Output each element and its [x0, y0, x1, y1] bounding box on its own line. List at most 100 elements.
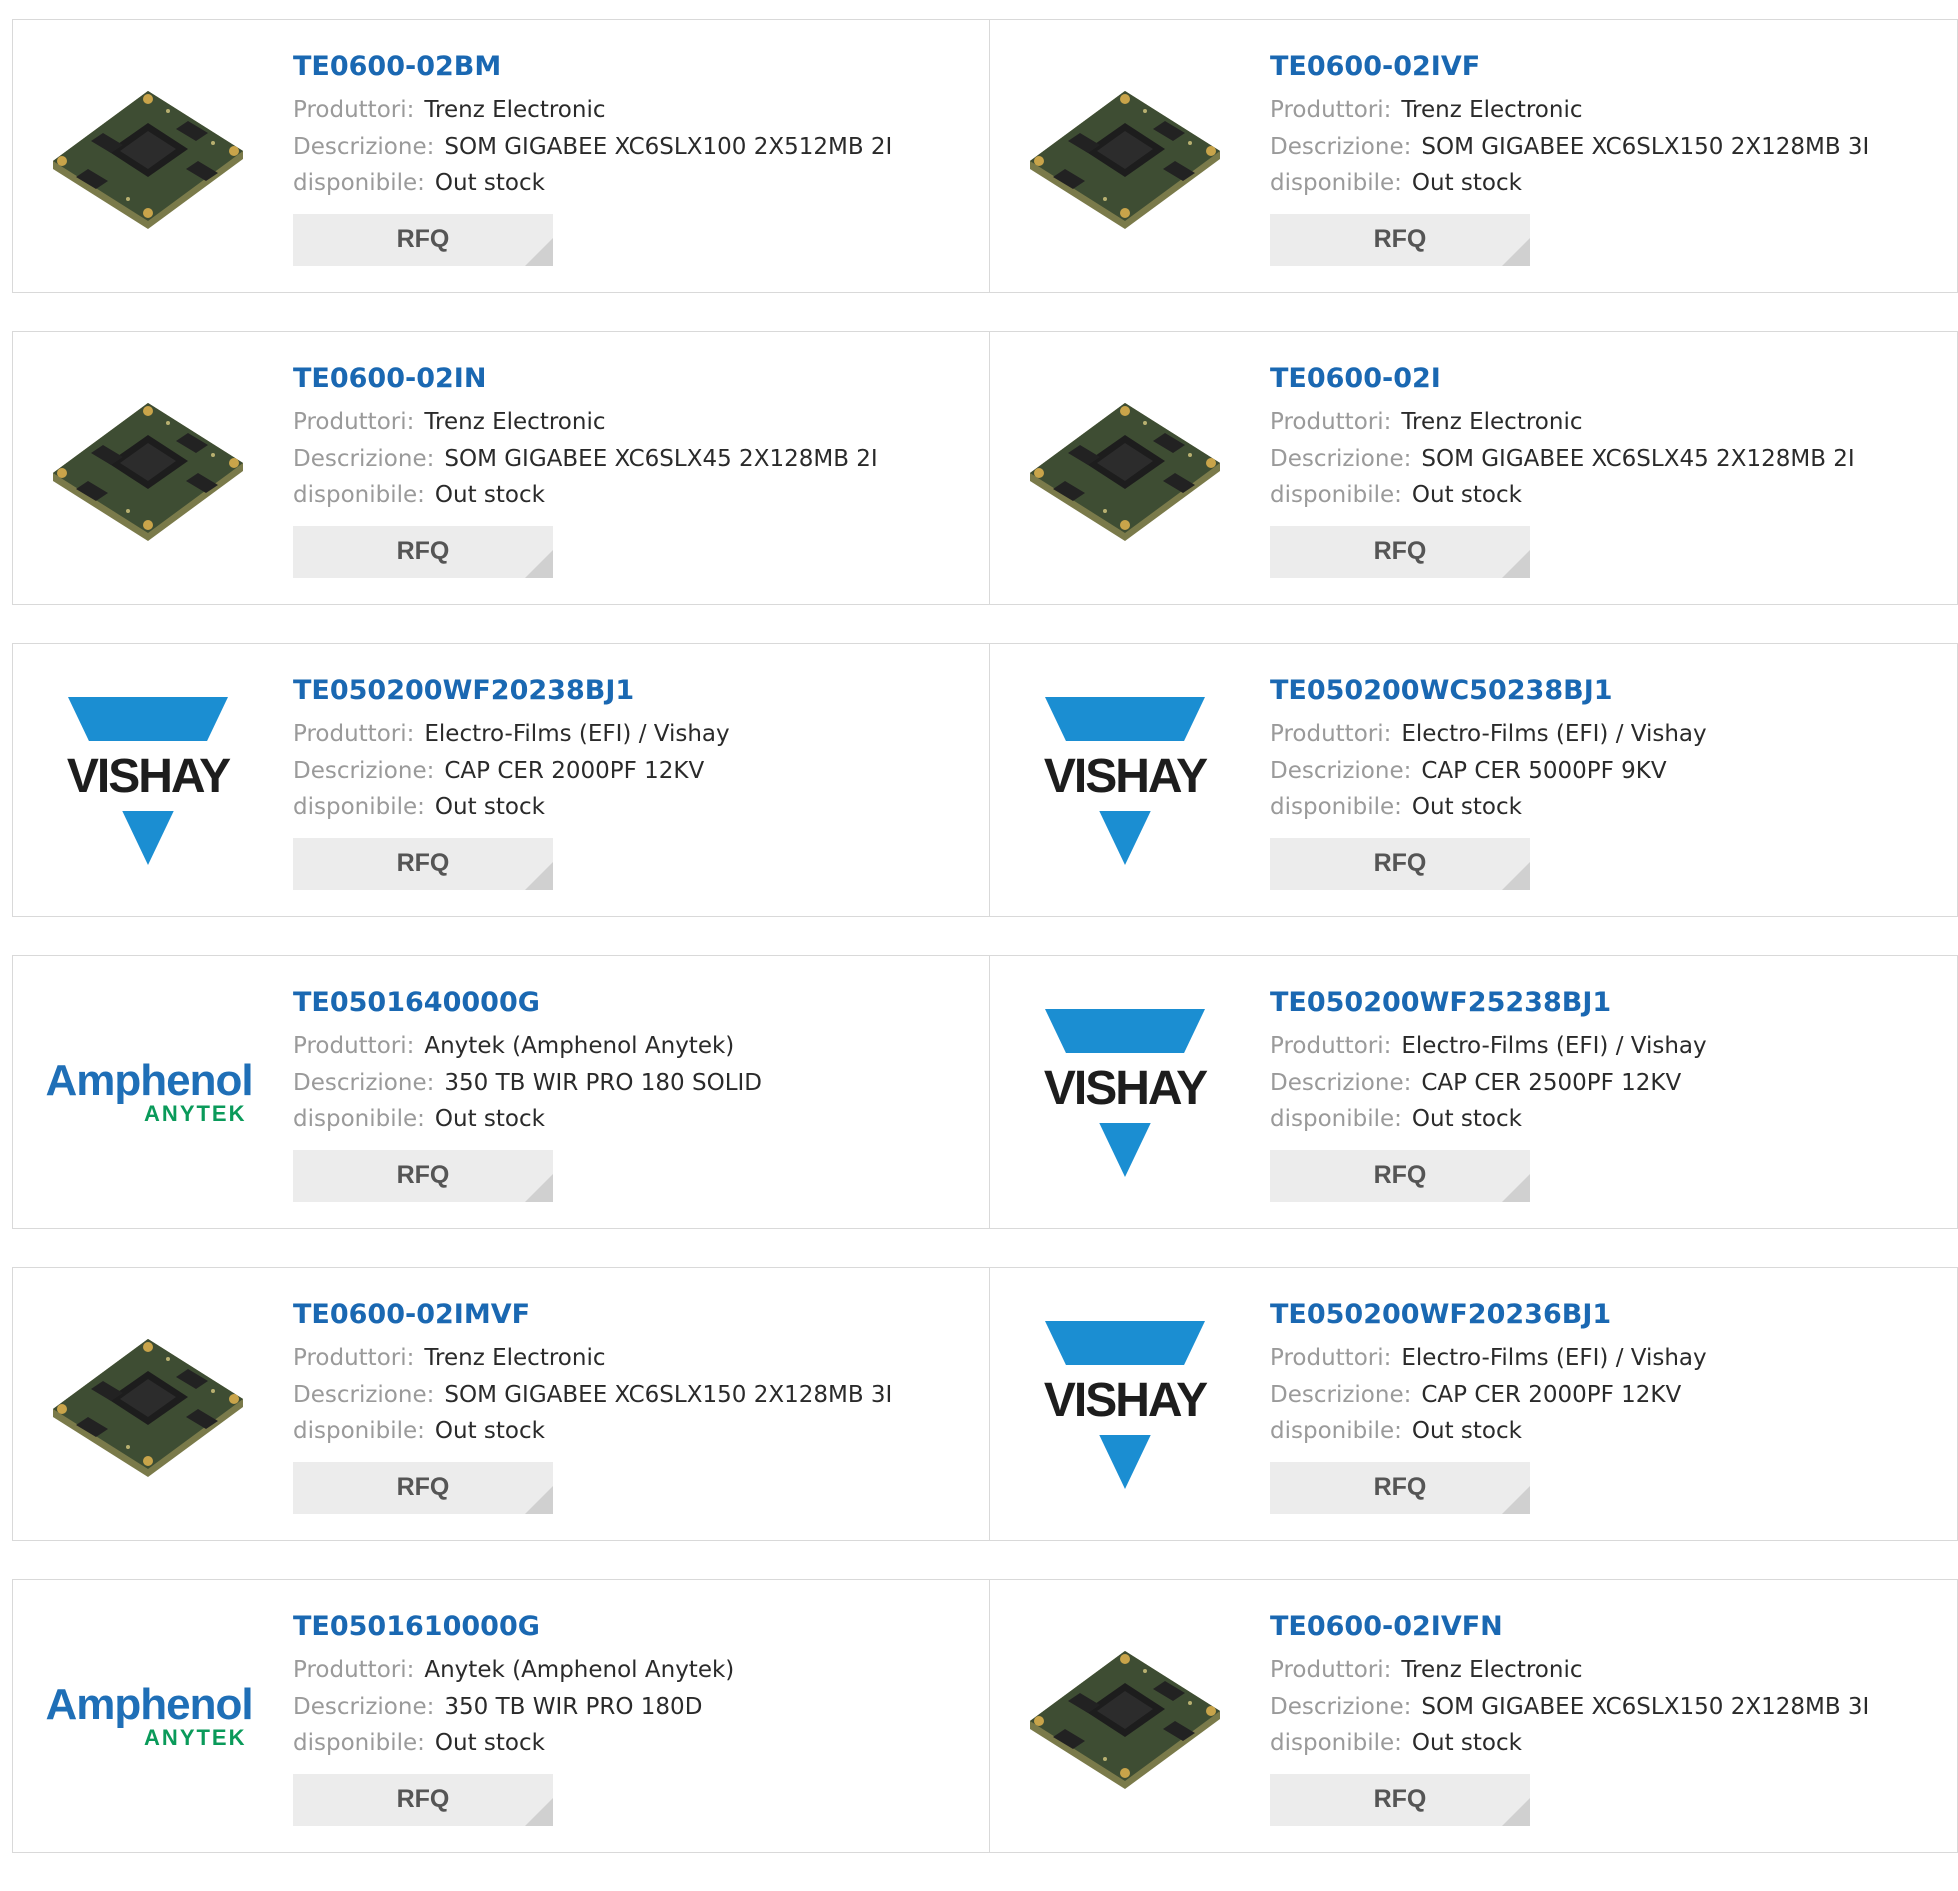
product-board-image	[1030, 403, 1220, 541]
product-thumbnail[interactable]: Amphenol ANYTEK	[46, 1616, 254, 1816]
description-label: Descrizione:	[293, 1069, 435, 1096]
rfq-button-label: RFQ	[1373, 225, 1427, 253]
product-thumbnail[interactable]	[1025, 368, 1225, 568]
manufacturer-value: Trenz Electronic	[424, 1345, 606, 1371]
availability-line: disponibile: Out stock	[1270, 1413, 1707, 1450]
availability-value: Out stock	[434, 1106, 545, 1132]
description-label: Descrizione:	[1270, 445, 1412, 472]
part-number-link[interactable]: TE0600-02IMVF	[293, 1298, 892, 1332]
product-info: TE0501610000G Produttori: Anytek (Amphenol…	[293, 1610, 734, 1826]
availability-line: disponibile: Out stock	[1270, 165, 1869, 202]
rfq-button[interactable]: RFQ	[293, 1461, 553, 1514]
manufacturer-value: Trenz Electronic	[424, 409, 606, 435]
manufacturer-line: Produttori: Trenz Electronic	[293, 1340, 892, 1377]
description-line: Descrizione: 350 TB WIR PRO 180 SOLID	[293, 1065, 762, 1102]
part-number-link[interactable]: TE0501640000G	[293, 986, 762, 1020]
manufacturer-value: Anytek (Amphenol Anytek)	[424, 1657, 735, 1683]
availability-label: disponibile:	[1270, 482, 1402, 508]
part-number-link[interactable]: TE0600-02BM	[293, 50, 892, 84]
product-thumbnail[interactable]: VISHAY	[48, 680, 248, 880]
rfq-button-label: RFQ	[396, 1161, 450, 1189]
part-number-link[interactable]: TE0600-02IN	[293, 362, 878, 396]
manufacturer-line: Produttori: Trenz Electronic	[1270, 404, 1855, 441]
product-thumbnail[interactable]: VISHAY	[1025, 1304, 1225, 1504]
vishay-logo: VISHAY	[1025, 1007, 1225, 1177]
part-number-link[interactable]: TE050200WF20236BJ1	[1270, 1298, 1707, 1332]
description-value: CAP CER 5000PF 9KV	[1421, 757, 1667, 784]
manufacturer-label: Produttori:	[1270, 1033, 1392, 1059]
availability-line: disponibile: Out stock	[1270, 477, 1855, 514]
product-thumbnail[interactable]	[48, 56, 248, 256]
description-line: Descrizione: CAP CER 5000PF 9KV	[1270, 753, 1707, 790]
rfq-button-label: RFQ	[1373, 1161, 1427, 1189]
description-label: Descrizione:	[293, 1693, 435, 1720]
rfq-button[interactable]: RFQ	[293, 837, 553, 890]
corner-fold-icon	[525, 861, 553, 890]
description-value: 350 TB WIR PRO 180D	[444, 1693, 703, 1720]
availability-line: disponibile: Out stock	[293, 1101, 762, 1138]
manufacturer-line: Produttori: Trenz Electronic	[293, 92, 892, 129]
description-value: SOM GIGABEE XC6SLX150 2X128MB 3I	[1421, 1693, 1870, 1720]
product-grid: TE0600-02BM Produttori: Trenz Electronic De…	[12, 19, 1958, 1891]
product-info: TE0600-02BM Produttori: Trenz Electronic De…	[293, 50, 892, 266]
availability-label: disponibile:	[293, 482, 425, 508]
part-number-link[interactable]: TE0600-02IVF	[1270, 50, 1869, 84]
rfq-button[interactable]: RFQ	[1270, 837, 1530, 890]
description-line: Descrizione: SOM GIGABEE XC6SLX45 2X128MB…	[293, 441, 878, 478]
description-label: Descrizione:	[1270, 757, 1412, 784]
product-thumbnail[interactable]	[48, 368, 248, 568]
availability-label: disponibile:	[293, 794, 425, 820]
product-row: TE0600-02IMVF Produttori: Trenz Electronic…	[12, 1267, 1958, 1541]
rfq-button-label: RFQ	[396, 225, 450, 253]
product-row: VISHAY TE050200WF20238BJ1 Produttori: Elec…	[12, 643, 1958, 917]
product-row: Amphenol ANYTEK TE0501640000G Produttori:…	[12, 955, 1958, 1229]
rfq-button[interactable]: RFQ	[293, 1773, 553, 1826]
manufacturer-line: Produttori: Electro-Films (EFI) / Vishay	[1270, 1028, 1707, 1065]
manufacturer-label: Produttori:	[1270, 1345, 1392, 1371]
rfq-button-label: RFQ	[396, 849, 450, 877]
rfq-button[interactable]: RFQ	[1270, 525, 1530, 578]
rfq-button[interactable]: RFQ	[1270, 213, 1530, 266]
product-row: TE0600-02IN Produttori: Trenz Electronic De…	[12, 331, 1958, 605]
part-number-link[interactable]: TE050200WF20238BJ1	[293, 674, 730, 708]
product-thumbnail[interactable]: VISHAY	[1025, 992, 1225, 1192]
availability-line: disponibile: Out stock	[293, 165, 892, 202]
manufacturer-line: Produttori: Electro-Films (EFI) / Vishay	[1270, 716, 1707, 753]
amphenol-logo-text: Amphenol	[45, 1056, 254, 1105]
part-number-link[interactable]: TE050200WC50238BJ1	[1270, 674, 1707, 708]
availability-value: Out stock	[1411, 1730, 1522, 1756]
description-value: SOM GIGABEE XC6SLX150 2X128MB 3I	[444, 1381, 893, 1408]
product-thumbnail[interactable]	[48, 1304, 248, 1504]
product-thumbnail[interactable]	[1025, 1616, 1225, 1816]
rfq-button[interactable]: RFQ	[293, 1149, 553, 1202]
product-card: VISHAY TE050200WC50238BJ1 Produttori: Elec…	[990, 643, 1958, 917]
description-label: Descrizione:	[293, 445, 435, 472]
rfq-button[interactable]: RFQ	[1270, 1461, 1530, 1514]
rfq-button[interactable]: RFQ	[1270, 1149, 1530, 1202]
part-number-link[interactable]: TE050200WF25238BJ1	[1270, 986, 1707, 1020]
part-number-link[interactable]: TE0501610000G	[293, 1610, 734, 1644]
rfq-button[interactable]: RFQ	[1270, 1773, 1530, 1826]
product-card: TE0600-02IN Produttori: Trenz Electronic De…	[12, 331, 990, 605]
product-thumbnail[interactable]: VISHAY	[1025, 680, 1225, 880]
part-number-link[interactable]: TE0600-02I	[1270, 362, 1855, 396]
availability-label: disponibile:	[1270, 170, 1402, 196]
vishay-logo-text: VISHAY	[1025, 1053, 1225, 1123]
product-info: TE0501640000G Produttori: Anytek (Amphenol…	[293, 986, 762, 1202]
product-card: VISHAY TE050200WF20236BJ1 Produttori: Elec…	[990, 1267, 1958, 1541]
description-value: CAP CER 2500PF 12KV	[1421, 1069, 1682, 1096]
rfq-button[interactable]: RFQ	[293, 525, 553, 578]
product-thumbnail[interactable]: Amphenol ANYTEK	[45, 992, 254, 1192]
description-line: Descrizione: 350 TB WIR PRO 180D	[293, 1689, 734, 1726]
rfq-button[interactable]: RFQ	[293, 213, 553, 266]
product-thumbnail[interactable]	[1025, 56, 1225, 256]
part-number-link[interactable]: TE0600-02IVFN	[1270, 1610, 1869, 1644]
corner-fold-icon	[1502, 1173, 1530, 1202]
description-line: Descrizione: SOM GIGABEE XC6SLX45 2X128MB…	[1270, 441, 1855, 478]
manufacturer-label: Produttori:	[293, 409, 415, 435]
description-value: SOM GIGABEE XC6SLX100 2X512MB 2I	[444, 133, 893, 160]
product-row: Amphenol ANYTEK TE0501610000G Produttori:…	[12, 1579, 1958, 1853]
product-card: TE0600-02IMVF Produttori: Trenz Electronic…	[12, 1267, 990, 1541]
vishay-logo-text: VISHAY	[1025, 1365, 1225, 1435]
product-info: TE050200WF25238BJ1 Produttori: Electro-Fil…	[1270, 986, 1707, 1202]
